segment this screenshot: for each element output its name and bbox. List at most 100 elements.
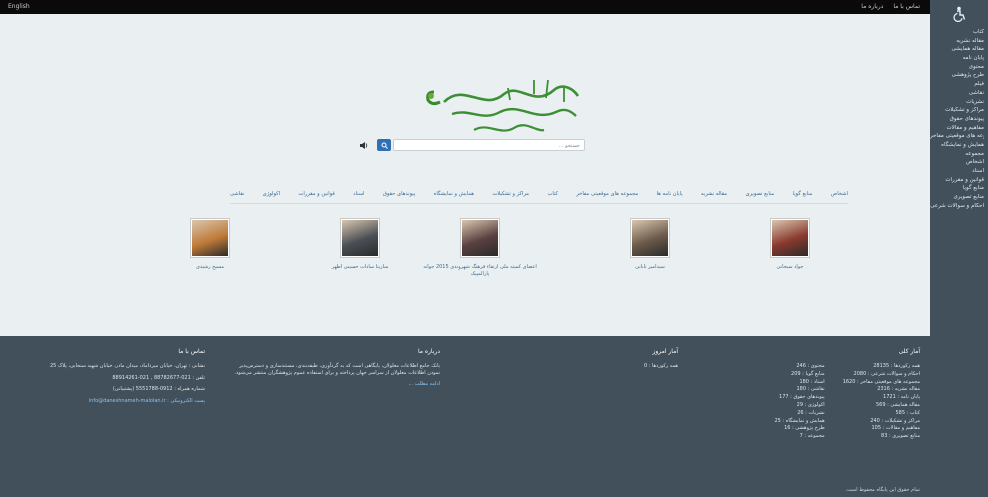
category-tab[interactable]: منابع تصویری <box>746 191 775 203</box>
sidebar-item[interactable]: طرح پژوهشی <box>930 71 984 80</box>
top-nav-about[interactable]: درباره ما <box>861 3 883 10</box>
category-tab[interactable]: پایان نامه ها <box>657 191 683 203</box>
category-tab[interactable]: نقاشی <box>230 191 244 203</box>
voice-search-icon[interactable] <box>357 139 371 151</box>
person-photo[interactable] <box>770 218 810 258</box>
person-name[interactable]: مسیح رشیدی <box>150 264 270 271</box>
about-text: بانک جامع اطلاعات معلولان، پایگاهی است ک… <box>234 363 440 376</box>
stat-line[interactable]: نشریات : 26 <box>774 410 824 418</box>
sidebar-item[interactable]: پایان نامه <box>930 54 984 63</box>
stat-line[interactable]: مجموعه : 7 <box>774 433 825 441</box>
stat-line[interactable]: مراکز و تشکیلات : 240 <box>843 418 920 426</box>
stat-line[interactable]: پیوندهای حقوق : 177 <box>774 394 825 402</box>
language-link[interactable]: English <box>8 3 30 10</box>
sidebar-item[interactable]: نقاشی <box>930 89 984 98</box>
sidebar-item[interactable]: احکام و سوالات شرعی <box>930 202 984 211</box>
sidebar-item[interactable]: پیوندهای حقوق <box>930 115 984 124</box>
stat-line[interactable]: مقاله نشریه : 2316 <box>843 386 920 394</box>
sidebar-item[interactable]: منابع تصویری <box>930 193 985 202</box>
stat-line[interactable]: مقاله همایشی : 569 <box>843 402 920 410</box>
category-tab[interactable]: مقاله نشریه <box>701 191 727 203</box>
stat-line[interactable]: مجموعه های موقعیتی مفاخر : 1620 <box>843 379 920 387</box>
category-tabs: اشخاص منابع گویا منابع تصویری مقاله نشریه پا… <box>230 191 848 204</box>
person-name[interactable]: سارینا سادات حسینی اطهر <box>300 264 420 271</box>
stat-line[interactable]: کتاب : 585 <box>843 410 920 418</box>
contact-title: تماس با ما <box>178 348 205 355</box>
search-icon <box>381 142 388 149</box>
stat-line[interactable]: احکام و سوالات شرعی : 2080 <box>843 371 920 379</box>
stat-line[interactable]: همه رکوردها : 28135 <box>843 363 920 371</box>
stat-line[interactable]: پایان نامه : 1721 <box>843 394 920 402</box>
category-tab[interactable]: اسناد <box>353 191 364 203</box>
sidebar-item[interactable]: اسناد <box>930 167 984 176</box>
person-name[interactable]: جواد سبحانی <box>730 264 850 271</box>
search-bar: جستجو ... <box>355 139 585 153</box>
sidebar-item[interactable]: کتاب <box>930 28 984 37</box>
category-tab[interactable]: همایش و نمایشگاه <box>434 191 474 203</box>
stat-line[interactable]: محتوی : 246 <box>774 363 824 371</box>
person-card[interactable]: سارینا سادات حسینی اطهر <box>300 214 420 271</box>
category-tab[interactable]: مراکز و تشکیلات <box>492 191 529 203</box>
stat-line[interactable]: طرح پژوهشی : 16 <box>774 425 825 433</box>
category-tab[interactable]: اکولوژی <box>263 191 280 203</box>
stats-column-2: محتوی : 246 منابع گویا : 209 اسناد : 180 نق… <box>774 363 824 441</box>
person-photo[interactable] <box>630 218 670 258</box>
person-card[interactable]: جواد سبحانی <box>730 214 850 271</box>
category-tab[interactable]: مجموعه های موقعیتی مفاخر <box>576 191 638 203</box>
category-tab[interactable]: کتاب <box>547 191 558 203</box>
sidebar-item[interactable]: مجموعه <box>930 150 984 159</box>
footer: آمار کلی همه رکوردها : 28135 احکام و سوال… <box>0 336 930 497</box>
person-card[interactable]: مسیح رشیدی <box>150 214 270 271</box>
contact-email-link[interactable]: پست الکترونیکی : info@daneshnameh-malola… <box>89 398 205 404</box>
today-title: آمار امروز <box>652 348 679 355</box>
person-photo[interactable] <box>340 218 380 258</box>
sidebar-item[interactable]: مفاهیم و مقالات <box>930 124 985 133</box>
category-tab[interactable]: منابع گویا <box>793 191 813 203</box>
category-tab[interactable]: قوانین و مقررات <box>298 191 334 203</box>
top-bar: English تماس با ما درباره ما <box>0 0 930 14</box>
about-read-more-link[interactable]: ادامه مطلب ... <box>408 381 440 387</box>
contact-mobile: شماره همراه : 0912-5551788 (پشتیبانی) <box>112 386 205 392</box>
sidebar-item[interactable]: همایش و نمایشگاه <box>930 141 984 150</box>
stat-line[interactable]: منابع تصویری : 83 <box>843 433 920 441</box>
stat-line[interactable]: مفاهیم و مقالات : 105 <box>843 425 921 433</box>
contact-phone: تلفن : 021-88782677 , 021-88914261 <box>112 374 205 381</box>
search-button[interactable] <box>377 139 391 151</box>
stat-line[interactable]: نقاشی : 180 <box>774 386 824 394</box>
person-name[interactable]: سیدامیر تابانی <box>590 264 710 271</box>
top-nav-contact[interactable]: تماس با ما <box>893 3 920 10</box>
category-tab[interactable]: پیوندهای حقوق <box>383 191 415 203</box>
sidebar-item[interactable]: اشخاص <box>930 158 984 167</box>
accessibility-icon[interactable] <box>930 0 988 28</box>
person-card[interactable]: سیدامیر تابانی <box>590 214 710 271</box>
contact-address: نشانی : تهران، خیابان میرداماد، میدان ما… <box>49 363 205 369</box>
sidebar-item[interactable]: قوانین و مقررات <box>930 176 984 185</box>
footer-today: آمار امروز همه رکوردها : 0 <box>598 348 678 371</box>
top-nav: تماس با ما درباره ما <box>861 3 920 10</box>
category-tab[interactable]: اشخاص <box>831 191 848 203</box>
stats-title: آمار کلی <box>898 348 920 355</box>
featured-people: جواد سبحانی سیدامیر تابانی اعضای کمیته ملی… <box>150 214 850 284</box>
stats-column-1: همه رکوردها : 28135 احکام و سوالات شرعی :… <box>843 363 920 441</box>
sidebar-item[interactable]: محتوی <box>930 63 984 72</box>
stat-line[interactable]: اکولوژی : 29 <box>774 402 825 410</box>
footer-about: درباره ما بانک جامع اطلاعات معلولان، پای… <box>225 348 440 393</box>
sidebar-item[interactable]: منابع گویا <box>930 184 984 193</box>
person-card[interactable]: اعضای کمیته ملی ارتقاء فرهنگ شهروندی 201… <box>420 214 540 278</box>
stat-line[interactable]: همایش و نمایشگاه : 25 <box>774 418 824 426</box>
search-input[interactable]: جستجو ... <box>393 139 585 151</box>
person-photo[interactable] <box>460 218 500 258</box>
sidebar-item[interactable]: مجموعه های موقعیتی مفاخر <box>930 132 984 141</box>
stat-line[interactable]: منابع گویا : 209 <box>774 371 825 379</box>
footer-stats: آمار کلی همه رکوردها : 28135 احکام و سوال… <box>750 348 920 441</box>
sidebar-item[interactable]: مراکز و تشکیلات <box>930 106 984 115</box>
person-name[interactable]: اعضای کمیته ملی ارتقاء فرهنگ شهروندی 201… <box>420 264 540 278</box>
stat-line[interactable]: اسناد : 180 <box>774 379 824 387</box>
sidebar-menu: کتاب مقاله نشریه مقاله همایشی پایان نامه محت… <box>930 28 988 210</box>
sidebar-item[interactable]: فیلم <box>930 80 984 89</box>
sidebar-item[interactable]: مقاله همایشی <box>930 45 984 54</box>
sidebar-item[interactable]: مقاله نشریه <box>930 37 984 46</box>
person-photo[interactable] <box>190 218 230 258</box>
copyright: تمام حقوق این پایگاه محفوظ است. <box>845 487 920 493</box>
sidebar-item[interactable]: نشریات <box>930 98 984 107</box>
